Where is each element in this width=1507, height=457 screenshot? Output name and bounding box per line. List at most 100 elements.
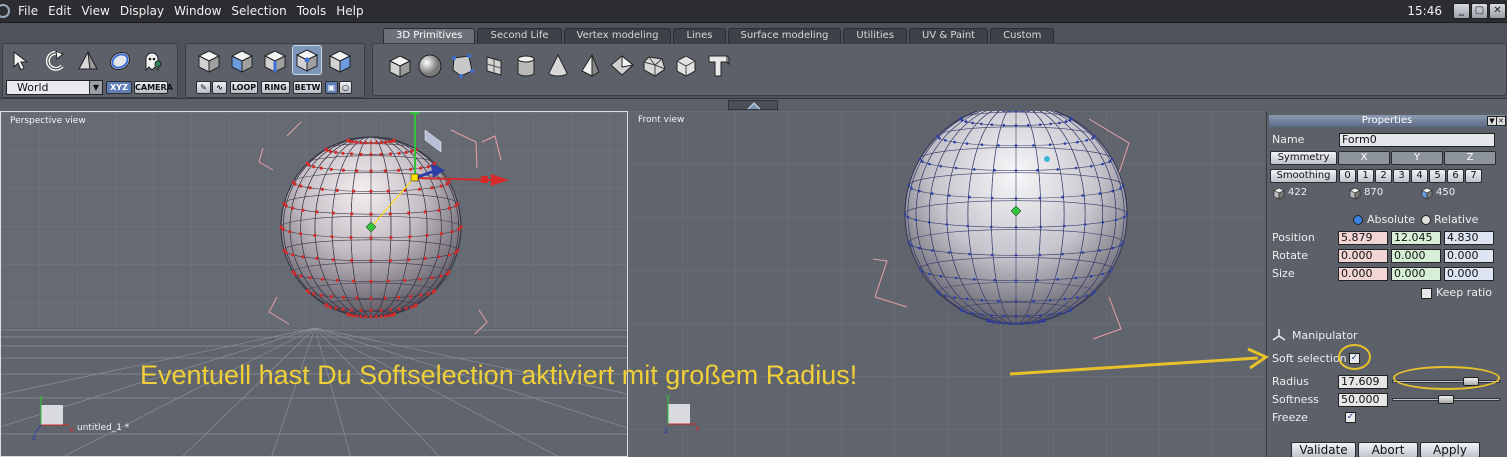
pyramid-icon[interactable] (575, 51, 605, 81)
menu-view[interactable]: View (76, 0, 114, 23)
annotation-text: Eventuell hast Du Softselection aktivier… (140, 360, 858, 390)
rotate-x-field[interactable]: 0.000 (1338, 249, 1388, 263)
tab-surface-modeling[interactable]: Surface modeling (727, 28, 842, 43)
hexagon-app-window: File Edit View Display Window Selection … (0, 0, 1507, 457)
smoothing-2-button[interactable]: 2 (1375, 169, 1392, 183)
minimize-button[interactable]: _ (1453, 3, 1470, 19)
file-label: untitled_1 * (77, 423, 130, 433)
cylinder-icon[interactable] (511, 51, 541, 81)
radius-label: Radius (1272, 375, 1309, 388)
chevron-down-icon[interactable]: ▼ (89, 81, 102, 94)
sphere-select-icon[interactable] (105, 46, 135, 76)
tab-utilities[interactable]: Utilities (843, 28, 908, 43)
position-z-field[interactable]: 4.830 (1444, 231, 1494, 245)
validate-button[interactable]: Validate (1291, 442, 1356, 457)
soft-selection-label: Soft selection (1272, 352, 1347, 365)
freeze-checkbox[interactable]: ✓ (1345, 412, 1356, 423)
perspective-viewport[interactable]: y x z Perspective view untitled_1 * (0, 111, 628, 457)
absolute-label: Absolute (1367, 213, 1416, 226)
tab-second-life[interactable]: Second Life (477, 28, 562, 43)
polygon-icon[interactable] (447, 51, 477, 81)
softness-field[interactable]: 50.000 (1338, 393, 1388, 407)
diamond-icon[interactable] (607, 51, 637, 81)
position-x-field[interactable]: 5.879 (1338, 231, 1388, 245)
menu-help[interactable]: Help (331, 0, 368, 23)
smoothing-5-button[interactable]: 5 (1429, 169, 1446, 183)
smoothing-0-button[interactable]: 0 (1339, 169, 1356, 183)
radius-field[interactable]: 17.609 (1338, 375, 1388, 389)
smoothing-6-button[interactable]: 6 (1447, 169, 1464, 183)
cube-object-icon[interactable] (194, 46, 224, 76)
smoothing-button[interactable]: Smoothing (1270, 169, 1337, 183)
coord-space-select[interactable]: World ▼ (6, 80, 103, 95)
plane-icon[interactable] (479, 51, 509, 81)
ring-button[interactable]: RING (261, 81, 290, 94)
rotate-icon[interactable] (41, 46, 71, 76)
ghost-icon[interactable] (137, 46, 167, 76)
cube-icon[interactable] (385, 51, 415, 81)
size-y-field[interactable]: 0.000 (1391, 267, 1441, 281)
smoothing-4-button[interactable]: 4 (1411, 169, 1428, 183)
maximize-button[interactable]: ▢ (1471, 3, 1488, 19)
brush-select-icon[interactable]: ✎ (196, 81, 211, 94)
symmetry-z-button[interactable]: Z (1444, 151, 1496, 165)
menu-selection[interactable]: Selection (226, 0, 291, 23)
cube-all-icon[interactable] (325, 46, 355, 76)
symmetry-y-button[interactable]: Y (1391, 151, 1443, 165)
face-count-icon (1421, 187, 1433, 200)
text-icon[interactable] (703, 51, 733, 81)
rotate-y-field[interactable]: 0.000 (1391, 249, 1441, 263)
tab-lines[interactable]: Lines (673, 28, 726, 43)
softness-slider-thumb[interactable] (1438, 395, 1454, 404)
cube-edge-icon[interactable] (260, 46, 290, 76)
circle-select-icon[interactable]: ○ (339, 81, 352, 94)
between-button[interactable]: BETW (293, 81, 322, 94)
soft-selection-highlight (1338, 344, 1371, 370)
menu-window[interactable]: Window (169, 0, 226, 23)
size-z-field[interactable]: 0.000 (1444, 267, 1494, 281)
cube-vertex-icon[interactable] (292, 45, 322, 75)
tab-vertex-modeling[interactable]: Vertex modeling (563, 28, 672, 43)
octahedron-icon[interactable] (639, 51, 669, 81)
cube-face-icon[interactable] (227, 46, 257, 76)
xyz-button[interactable]: XYZ (106, 81, 132, 94)
smoothing-7-button[interactable]: 7 (1465, 169, 1482, 183)
icosahedron-icon[interactable] (671, 51, 701, 81)
close-button[interactable]: ✕ (1489, 3, 1506, 19)
arrow-select-icon[interactable] (7, 46, 37, 76)
tab-uv-paint[interactable]: UV & Paint (909, 28, 989, 43)
sphere-icon[interactable] (415, 51, 445, 81)
rect-select-icon[interactable]: ▣ (325, 81, 338, 94)
abort-button[interactable]: Abort (1358, 442, 1418, 457)
absolute-radio[interactable] (1353, 215, 1363, 225)
tab-custom[interactable]: Custom (990, 28, 1055, 43)
softness-slider[interactable] (1392, 395, 1500, 404)
navigation-tool-group: World ▼ XYZ CAMERA (2, 43, 178, 98)
camera-button[interactable]: CAMERA (134, 81, 173, 94)
loop-button[interactable]: LOOP (230, 81, 258, 94)
menu-tools[interactable]: Tools (292, 0, 332, 23)
properties-header: Properties (1269, 115, 1505, 127)
menu-display[interactable]: Display (115, 0, 169, 23)
menu-edit[interactable]: Edit (43, 0, 76, 23)
close-icon[interactable]: ✕ (1496, 116, 1506, 126)
front-viewport[interactable]: y x z Front view (629, 111, 1265, 457)
menu-file[interactable]: File (13, 0, 43, 23)
tab-3d-primitives[interactable]: 3D Primitives (383, 28, 476, 43)
name-field[interactable]: Form0 (1339, 133, 1495, 147)
keep-ratio-checkbox[interactable] (1421, 288, 1432, 299)
svg-text:z: z (664, 426, 668, 435)
symmetry-button[interactable]: Symmetry (1270, 151, 1337, 165)
position-y-field[interactable]: 12.045 (1391, 231, 1441, 245)
smoothing-3-button[interactable]: 3 (1393, 169, 1410, 183)
cone-icon[interactable] (543, 51, 573, 81)
apply-button[interactable]: Apply (1420, 442, 1480, 457)
smoothing-1-button[interactable]: 1 (1357, 169, 1374, 183)
symmetry-x-button[interactable]: X (1338, 151, 1390, 165)
rotate-z-field[interactable]: 0.000 (1444, 249, 1494, 263)
toolbar-collapse-handle[interactable] (728, 100, 778, 110)
size-x-field[interactable]: 0.000 (1338, 267, 1388, 281)
lasso-select-icon[interactable]: ∿ (212, 81, 227, 94)
relative-radio[interactable] (1421, 215, 1431, 225)
tetra-icon[interactable] (73, 46, 103, 76)
